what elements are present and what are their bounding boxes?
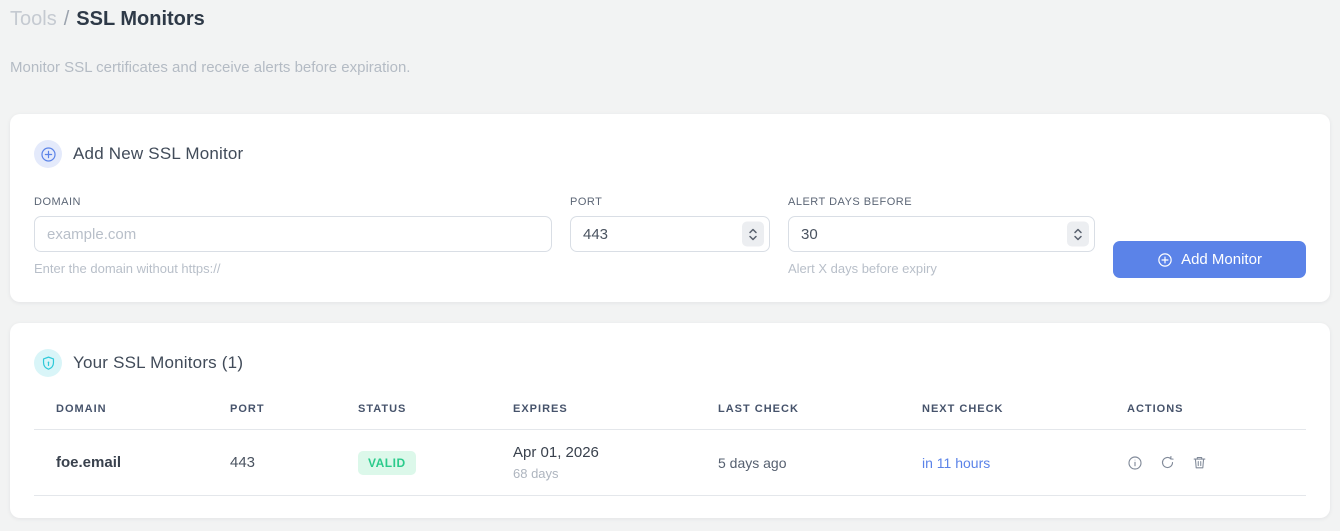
domain-helper-text: Enter the domain without https:// — [34, 261, 221, 276]
refresh-icon — [1161, 456, 1174, 469]
trash-icon — [1193, 456, 1206, 469]
monitors-card-header: Your SSL Monitors (1) — [34, 349, 1306, 377]
alert-days-stepper[interactable] — [1067, 221, 1089, 247]
column-header-expires: EXPIRES — [491, 403, 696, 430]
add-monitor-button-label: Add Monitor — [1181, 251, 1262, 268]
port-input[interactable] — [570, 216, 770, 252]
monitor-status-cell: VALID — [336, 429, 491, 496]
breadcrumb-tools-link[interactable]: Tools — [10, 8, 57, 30]
alert-days-input[interactable] — [788, 216, 1095, 252]
monitors-table: DOMAIN PORT STATUS EXPIRES LAST CHECK NE… — [34, 403, 1306, 496]
expires-days-remaining: 68 days — [513, 466, 559, 481]
port-number-field — [570, 216, 770, 252]
breadcrumb: Tools / SSL Monitors — [10, 6, 1330, 32]
domain-label: DOMAIN — [34, 196, 81, 208]
add-monitor-card: Add New SSL Monitor DOMAIN Enter the dom… — [10, 114, 1330, 302]
port-field-group: PORT — [570, 196, 770, 252]
chevrons-up-down-icon — [1074, 228, 1082, 240]
add-card-header: Add New SSL Monitor — [34, 140, 1306, 168]
add-card-title: Add New SSL Monitor — [73, 144, 244, 163]
expires-date: Apr 01, 2026 — [513, 444, 599, 461]
page-subtitle: Monitor SSL certificates and receive ale… — [10, 59, 411, 76]
domain-field-group: DOMAIN Enter the domain without https:// — [34, 196, 552, 276]
monitor-next-check: in 11 hours — [900, 429, 1105, 496]
column-header-status: STATUS — [336, 403, 491, 430]
monitor-actions-cell — [1105, 429, 1306, 496]
add-monitor-button[interactable]: Add Monitor — [1113, 241, 1306, 278]
port-label: PORT — [570, 196, 603, 208]
circle-plus-icon — [1158, 252, 1172, 267]
domain-input[interactable] — [34, 216, 552, 252]
column-header-next-check: NEXT CHECK — [900, 403, 1105, 430]
delete-button[interactable] — [1192, 455, 1207, 470]
info-circle-icon — [1128, 455, 1142, 470]
column-header-actions: ACTIONS — [1105, 403, 1306, 430]
monitor-last-check: 5 days ago — [696, 429, 900, 496]
column-header-last-check: LAST CHECK — [696, 403, 900, 430]
monitors-list-card: Your SSL Monitors (1) DOMAIN PORT STATUS… — [10, 323, 1330, 518]
monitors-card-title: Your SSL Monitors (1) — [73, 353, 244, 372]
alert-days-number-field — [788, 216, 1095, 252]
column-header-port: PORT — [208, 403, 336, 430]
info-button[interactable] — [1127, 455, 1143, 471]
page-title: SSL Monitors — [76, 8, 205, 30]
shield-lock-icon — [34, 349, 62, 377]
column-header-domain: DOMAIN — [34, 403, 208, 430]
monitor-domain: foe.email — [34, 429, 208, 496]
alert-days-label: ALERT DAYS BEFORE — [788, 196, 913, 208]
circle-plus-icon — [34, 140, 62, 168]
table-row: foe.email 443 VALID Apr 01, 2026 68 days… — [34, 429, 1306, 496]
monitor-expires-cell: Apr 01, 2026 68 days — [491, 429, 696, 496]
monitor-port: 443 — [208, 429, 336, 496]
port-stepper[interactable] — [742, 221, 764, 247]
table-header-row: DOMAIN PORT STATUS EXPIRES LAST CHECK NE… — [34, 403, 1306, 430]
alert-days-helper-text: Alert X days before expiry — [788, 261, 937, 276]
refresh-button[interactable] — [1160, 455, 1175, 470]
row-actions — [1127, 455, 1306, 471]
add-monitor-form: DOMAIN Enter the domain without https://… — [34, 196, 1306, 278]
ssl-monitors-page: Tools / SSL Monitors Monitor SSL certifica… — [0, 0, 1340, 518]
breadcrumb-separator: / — [63, 8, 70, 30]
chevrons-up-down-icon — [749, 228, 757, 240]
status-badge: VALID — [358, 450, 416, 475]
alert-days-field-group: ALERT DAYS BEFORE Alert X days before ex… — [788, 196, 1095, 276]
